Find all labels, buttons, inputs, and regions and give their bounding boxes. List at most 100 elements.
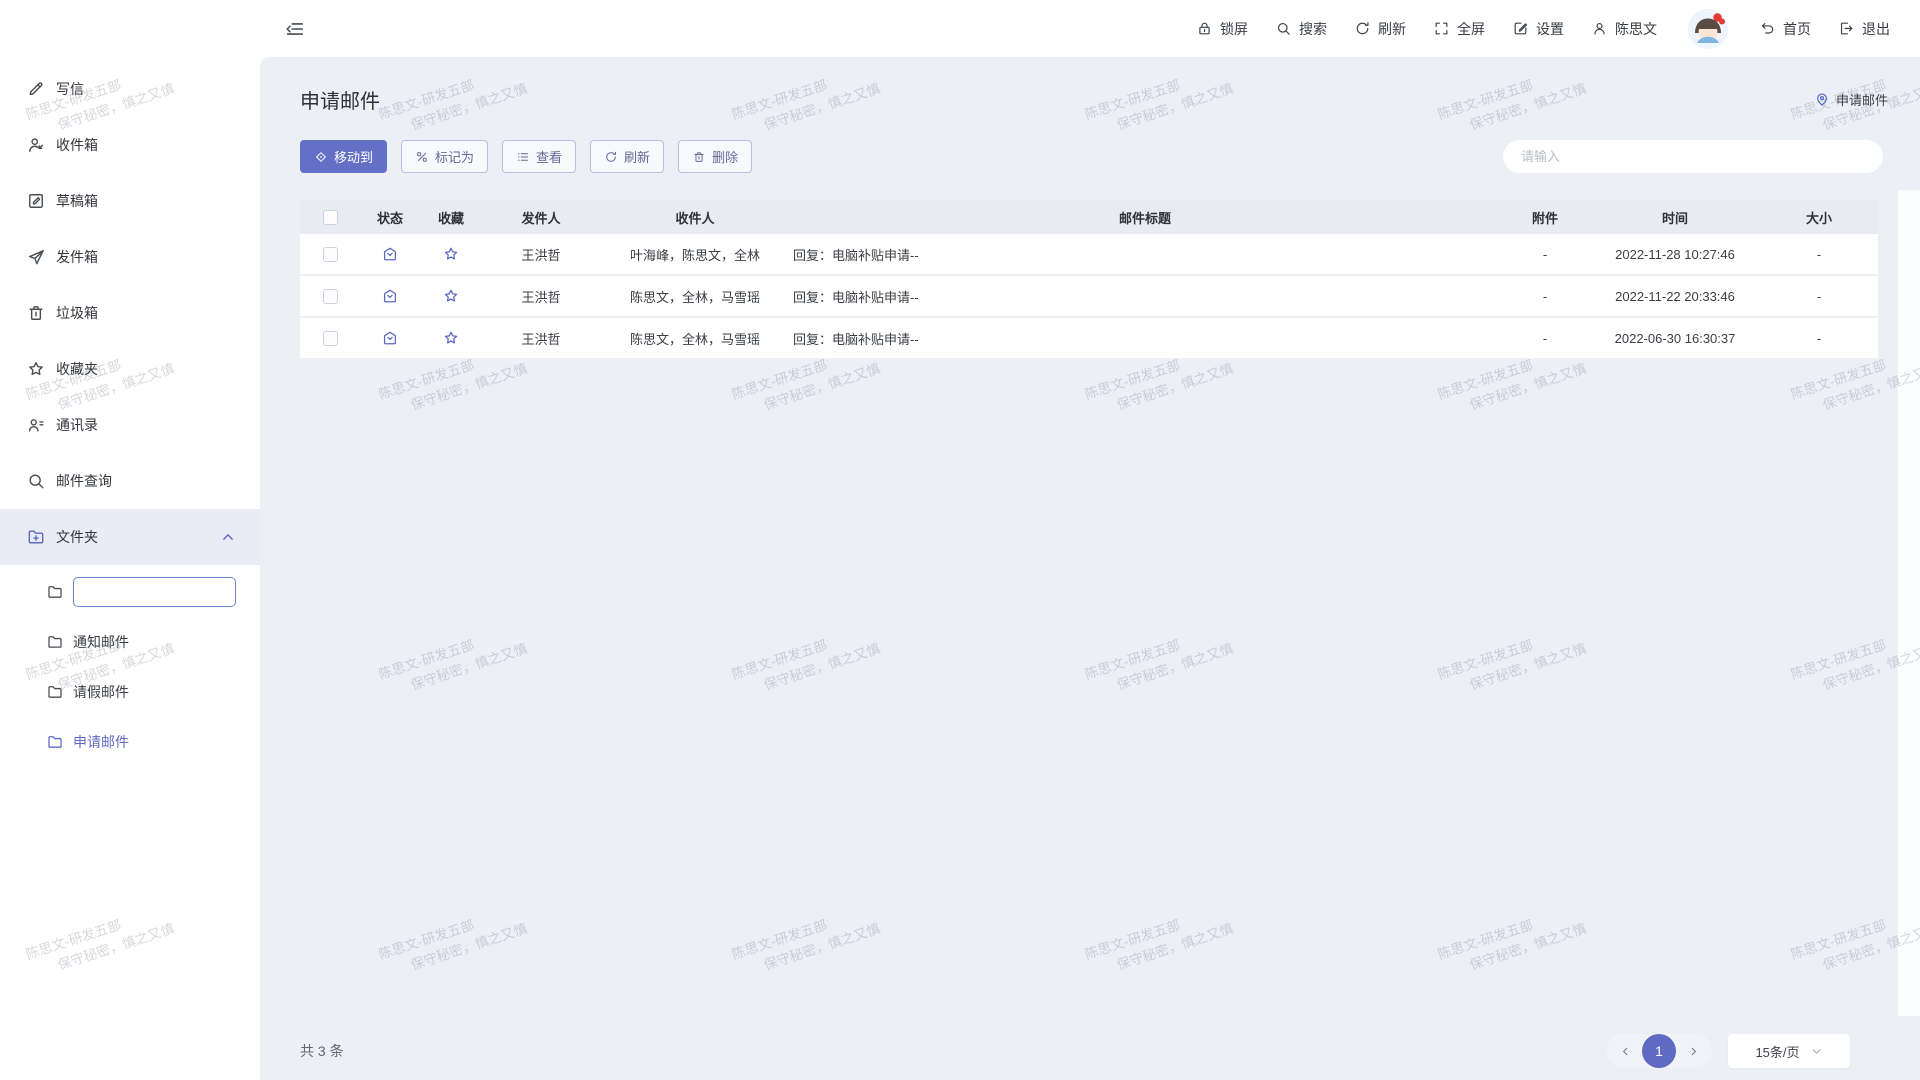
column-header: 状态 <box>360 208 420 227</box>
trash-icon <box>26 303 46 323</box>
mark-as-label: 标记为 <box>435 147 474 166</box>
folder-item-apply-mail[interactable]: 申请邮件 <box>0 717 260 767</box>
mark-icon <box>415 150 429 164</box>
column-header: 发件人 <box>482 208 600 227</box>
pagination-bar: 共 3 条 1 15条/页 <box>300 1022 1920 1080</box>
topbar-search-label: 搜索 <box>1299 19 1327 39</box>
chevron-left-icon <box>1619 1045 1632 1058</box>
page-size-select[interactable]: 15条/页 <box>1728 1034 1850 1068</box>
breadcrumb-label: 申请邮件 <box>1836 90 1888 109</box>
folder-item-notice-mail[interactable]: 通知邮件 <box>0 617 260 667</box>
attachment-cell: - <box>1500 247 1590 262</box>
view-button[interactable]: 查看 <box>502 140 576 173</box>
folder-item-label: 请假邮件 <box>73 682 129 702</box>
chevron-right-icon <box>1687 1045 1700 1058</box>
folder-plus-icon <box>26 527 46 547</box>
sidebar-item-favorites[interactable]: 收藏夹 <box>0 341 260 397</box>
size-cell: - <box>1760 247 1878 262</box>
topbar-lock-screen-label: 锁屏 <box>1220 19 1248 39</box>
sidebar-item-label: 收藏夹 <box>56 359 98 379</box>
topbar-home-label: 首页 <box>1783 19 1811 39</box>
star-icon <box>26 359 46 379</box>
main-content: 申请邮件 申请邮件 移动到 标记为 查看 刷新 删除 状态收藏发件人收件人邮件标… <box>260 57 1920 1080</box>
row-checkbox[interactable] <box>323 331 338 346</box>
move-to-button[interactable]: 移动到 <box>300 140 387 173</box>
folder-item-leave-mail[interactable]: 请假邮件 <box>0 667 260 717</box>
page-title: 申请邮件 <box>300 85 380 114</box>
next-page-button[interactable] <box>1682 1040 1704 1062</box>
search-icon <box>1275 20 1292 37</box>
move-to-label: 移动到 <box>334 147 373 166</box>
select-all-checkbox[interactable] <box>323 210 338 225</box>
sidebar-item-label: 文件夹 <box>56 527 98 547</box>
row-checkbox[interactable] <box>323 247 338 262</box>
chevron-up-icon <box>218 527 238 547</box>
mail-open-icon <box>381 287 399 305</box>
topbar-refresh-label: 刷新 <box>1378 19 1406 39</box>
sidebar-item-trash[interactable]: 垃圾箱 <box>0 285 260 341</box>
topbar-lock-screen-button[interactable]: 锁屏 <box>1196 19 1248 39</box>
table-row[interactable]: 王洪哲 陈思文，全林，马雪瑶 回复：电脑补贴申请-- - 2022-06-30 … <box>300 318 1878 360</box>
topbar-refresh-button[interactable]: 刷新 <box>1354 19 1406 39</box>
collapse-menu-icon[interactable] <box>284 18 306 40</box>
search-input[interactable] <box>1519 148 1867 165</box>
breadcrumb: 申请邮件 <box>1814 90 1888 109</box>
logout-icon <box>1838 20 1855 37</box>
topbar-fullscreen-button[interactable]: 全屏 <box>1433 19 1485 39</box>
topbar-current-user-button[interactable]: 陈思文 <box>1591 19 1657 39</box>
topbar-logout-button[interactable]: 退出 <box>1838 19 1890 39</box>
page-1-button[interactable]: 1 <box>1642 1034 1676 1068</box>
total-count: 共 3 条 <box>300 1041 344 1061</box>
folder-item-new-folder[interactable] <box>0 567 260 617</box>
user-avatar[interactable] <box>1688 9 1728 49</box>
prev-page-button[interactable] <box>1614 1040 1636 1062</box>
star-icon[interactable] <box>442 287 460 305</box>
sender-cell: 王洪哲 <box>482 329 600 348</box>
mail-table: 状态收藏发件人收件人邮件标题附件时间大小 王洪哲 叶海峰，陈思文，全林 回复：电… <box>300 200 1878 360</box>
attachment-cell: - <box>1500 331 1590 346</box>
draft-icon <box>26 191 46 211</box>
star-icon[interactable] <box>442 245 460 263</box>
topbar-settings-button[interactable]: 设置 <box>1512 19 1564 39</box>
sidebar-item-label: 草稿箱 <box>56 191 98 211</box>
inbox-user-icon <box>26 135 46 155</box>
attachment-cell: - <box>1500 289 1590 304</box>
chevron-down-icon <box>1810 1045 1823 1058</box>
trash-icon <box>692 150 706 164</box>
fullscreen-icon <box>1433 20 1450 37</box>
pencil-icon <box>26 79 46 99</box>
topbar-current-user-label: 陈思文 <box>1615 19 1657 39</box>
column-header: 大小 <box>1760 208 1878 227</box>
table-header: 状态收藏发件人收件人邮件标题附件时间大小 <box>300 200 1878 234</box>
column-header: 时间 <box>1590 208 1760 227</box>
subject-cell: 回复：电脑补贴申请-- <box>790 245 1500 264</box>
recipients-cell: 陈思文，全林，马雪瑶 <box>600 287 790 306</box>
sidebar-item-folders[interactable]: 文件夹 <box>0 509 260 565</box>
new-folder-input[interactable] <box>73 577 236 607</box>
sidebar-item-contacts[interactable]: 通讯录 <box>0 397 260 453</box>
table-row[interactable]: 王洪哲 陈思文，全林，马雪瑶 回复：电脑补贴申请-- - 2022-11-22 … <box>300 276 1878 318</box>
sidebar-item-mail-search[interactable]: 邮件查询 <box>0 453 260 509</box>
delete-button[interactable]: 删除 <box>678 140 752 173</box>
topbar-search-button[interactable]: 搜索 <box>1275 19 1327 39</box>
sidebar-item-label: 通讯录 <box>56 415 98 435</box>
sidebar-item-sent[interactable]: 发件箱 <box>0 229 260 285</box>
topbar-home-button[interactable]: 首页 <box>1759 19 1811 39</box>
column-header: 附件 <box>1500 208 1590 227</box>
star-icon[interactable] <box>442 329 460 347</box>
sidebar-item-label: 发件箱 <box>56 247 98 267</box>
table-row[interactable]: 王洪哲 叶海峰，陈思文，全林 回复：电脑补贴申请-- - 2022-11-28 … <box>300 234 1878 276</box>
sidebar-item-drafts[interactable]: 草稿箱 <box>0 173 260 229</box>
mark-as-button[interactable]: 标记为 <box>401 140 488 173</box>
contacts-icon <box>26 415 46 435</box>
row-checkbox[interactable] <box>323 289 338 304</box>
sidebar-item-compose[interactable]: 写信 <box>0 61 260 117</box>
refresh-button[interactable]: 刷新 <box>590 140 664 173</box>
toolbar: 移动到 标记为 查看 刷新 删除 <box>300 140 1883 173</box>
back-home-icon <box>1759 20 1776 37</box>
scrollbar-track[interactable] <box>1898 190 1920 1016</box>
recipients-cell: 叶海峰，陈思文，全林 <box>600 245 790 264</box>
column-header: 邮件标题 <box>790 208 1500 227</box>
sidebar-item-inbox[interactable]: 收件箱 <box>0 117 260 173</box>
page-size-value: 15条/页 <box>1755 1042 1799 1061</box>
